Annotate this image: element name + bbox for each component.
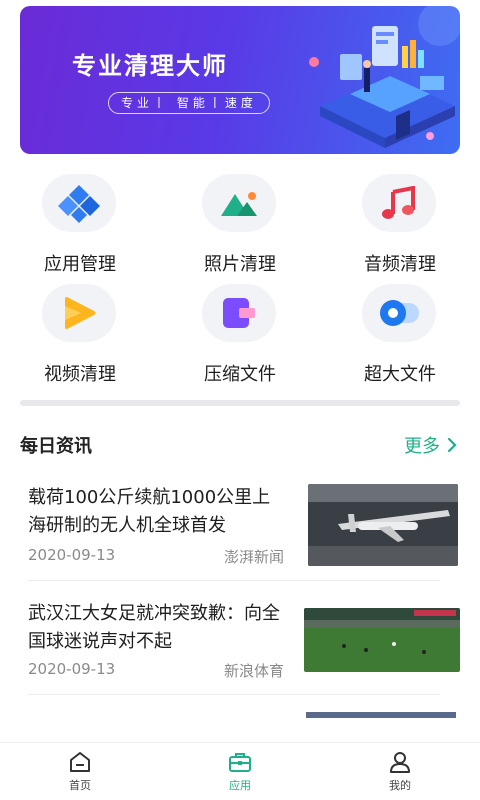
feature-photo-clean[interactable]: 照片清理 bbox=[160, 170, 320, 280]
more-news-link[interactable]: 更多 bbox=[404, 432, 458, 458]
tab-label: 我的 bbox=[389, 779, 411, 792]
banner-subtitle: 专业丨 智能丨速度 bbox=[108, 92, 270, 114]
news-headline: 载荷100公斤续航1000公里上海研制的无人机全球首发 bbox=[28, 487, 271, 536]
news-thumbnail bbox=[308, 484, 458, 566]
news-headline: 武汉江大女足就冲突致歉：向全国球迷说声对不起 bbox=[28, 603, 280, 652]
tab-profile[interactable]: 我的 bbox=[320, 743, 480, 800]
bottom-tab-bar: 首页 应用 我的 bbox=[0, 742, 480, 800]
feature-grid: 应用管理 照片清理 音频清理 视频清理 压缩文件 超大文件 bbox=[0, 170, 480, 390]
news-source: 澎湃新闻 bbox=[223, 548, 284, 566]
banner-title: 专业清理大师 bbox=[72, 52, 228, 80]
news-section-title: 每日资讯 bbox=[20, 436, 92, 457]
feature-label: 视频清理 bbox=[44, 364, 116, 385]
news-separator bbox=[28, 694, 440, 695]
briefcase-icon bbox=[229, 753, 251, 772]
tab-label: 首页 bbox=[69, 779, 91, 792]
tab-apps[interactable]: 应用 bbox=[160, 743, 320, 800]
feature-audio-clean[interactable]: 音频清理 bbox=[320, 170, 480, 280]
feature-label: 应用管理 bbox=[44, 254, 116, 275]
compressed-file-icon bbox=[202, 284, 276, 342]
news-thumbnail bbox=[304, 608, 460, 672]
feature-large-file[interactable]: 超大文件 bbox=[320, 280, 480, 390]
tab-label: 应用 bbox=[229, 779, 251, 792]
feature-label: 照片清理 bbox=[204, 254, 276, 275]
large-file-icon bbox=[362, 284, 436, 342]
home-icon bbox=[70, 752, 90, 772]
feature-label: 音频清理 bbox=[364, 254, 436, 275]
app-management-icon bbox=[42, 174, 116, 232]
app-root: 专业清理大师 专业丨 智能丨速度 应用管理 照片清理 音频清理 视频清理 压缩文… bbox=[0, 0, 480, 800]
more-label: 更多 bbox=[404, 436, 440, 457]
feature-compressed-file[interactable]: 压缩文件 bbox=[160, 280, 320, 390]
news-thumbnail-partial bbox=[306, 712, 456, 718]
news-source: 新浪体育 bbox=[223, 662, 284, 680]
feature-label: 压缩文件 bbox=[204, 364, 276, 385]
photo-clean-icon bbox=[202, 174, 276, 232]
section-divider bbox=[20, 400, 460, 406]
feature-video-clean[interactable]: 视频清理 bbox=[0, 280, 160, 390]
isometric-illustration-icon bbox=[309, 6, 460, 148]
news-separator bbox=[28, 580, 440, 581]
audio-clean-icon bbox=[362, 174, 436, 232]
feature-label: 超大文件 bbox=[364, 364, 436, 385]
news-list-item[interactable]: 武汉江大女足就冲突致歉：向全国球迷说声对不起 2020-09-13 新浪体育 bbox=[20, 600, 460, 712]
video-clean-icon bbox=[42, 284, 116, 342]
profile-icon bbox=[390, 752, 410, 773]
news-date: 2020-09-13 bbox=[28, 546, 116, 564]
tab-home[interactable]: 首页 bbox=[0, 743, 160, 800]
chevron-right-icon bbox=[447, 437, 457, 453]
news-date: 2020-09-13 bbox=[28, 660, 116, 678]
feature-app-management[interactable]: 应用管理 bbox=[0, 170, 160, 280]
promo-banner[interactable]: 专业清理大师 专业丨 智能丨速度 bbox=[20, 6, 460, 154]
